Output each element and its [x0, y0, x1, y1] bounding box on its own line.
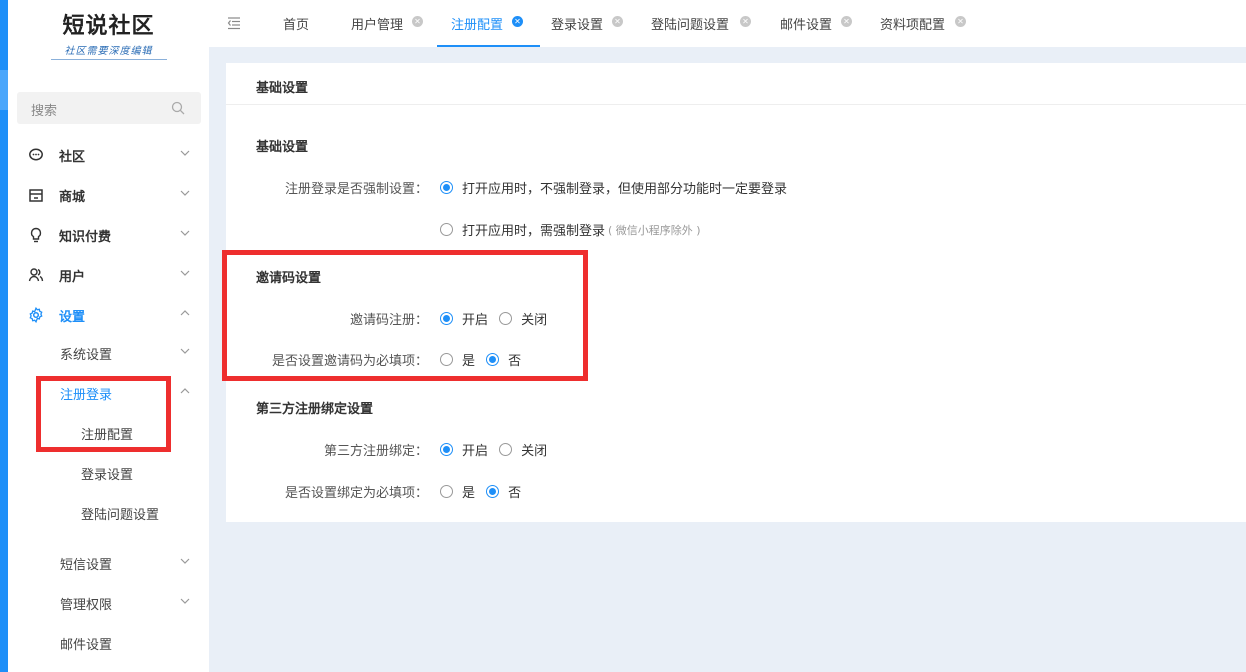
chevron-down-icon — [180, 598, 190, 604]
sidebar-item-label: 管理权限 — [60, 598, 113, 613]
force-login-option-1[interactable]: 打开应用时，不强制登录，但使用部分功能时一定要登录 — [440, 178, 794, 198]
tab-label: 首页 — [283, 18, 310, 33]
left-accent-bar — [0, 0, 8, 672]
sidebar-item-label: 短信设置 — [60, 558, 113, 573]
section-third-party-heading: 第三方注册绑定设置 — [256, 402, 374, 417]
tab-mail-settings[interactable]: 邮件设置 ✕ — [780, 0, 855, 47]
sidebar-item-system-settings[interactable]: 系统设置 — [8, 333, 209, 373]
sidebar-item-settings[interactable]: 设置 — [8, 295, 209, 335]
sidebar-item-label: 登录设置 — [81, 468, 134, 483]
close-icon[interactable]: ✕ — [740, 16, 751, 27]
radio-unchecked-icon[interactable] — [440, 223, 453, 236]
close-icon[interactable]: ✕ — [841, 16, 852, 27]
third-required-no-option[interactable]: 否 — [486, 482, 521, 501]
sidebar-item-store[interactable]: 商城 — [8, 175, 209, 215]
sidebar-item-users[interactable]: 用户 — [8, 255, 209, 295]
option-label: 是 — [462, 486, 476, 501]
sidebar-item-permissions[interactable]: 管理权限 — [8, 583, 209, 623]
close-icon[interactable]: ✕ — [612, 16, 623, 27]
radio-checked-icon[interactable] — [486, 485, 500, 498]
brand-logo: 短说社区 社区需要深度编辑 — [8, 8, 209, 60]
slogan-underline — [50, 59, 167, 60]
panel-divider — [226, 104, 1246, 105]
brand-name: 短说社区 — [62, 13, 155, 39]
force-login-option-2[interactable]: 打开应用时，需强制登录( 微信小程序除外 ) — [440, 220, 708, 240]
chevron-down-icon — [180, 230, 190, 236]
bulb-icon — [30, 227, 42, 243]
third-bind-radio-group[interactable]: 开启 关闭 — [440, 440, 554, 460]
tab-label: 注册配置 — [451, 18, 504, 33]
sidebar-item-knowledge-pay[interactable]: 知识付费 — [8, 215, 209, 255]
close-icon[interactable]: ✕ — [512, 16, 523, 27]
chevron-down-icon — [180, 348, 190, 354]
menu-fold-icon[interactable] — [227, 16, 241, 30]
third-bind-label: 第三方注册绑定： — [323, 444, 428, 459]
scroll-knob[interactable] — [0, 70, 8, 110]
sidebar: 短说社区 社区需要深度编辑 搜索 社区 商城 知识付费 用户 设置 系统设置 注… — [8, 0, 209, 672]
sidebar-item-mail-settings[interactable]: 邮件设置 — [8, 623, 209, 663]
sidebar-item-community[interactable]: 社区 — [8, 135, 209, 175]
tab-label: 邮件设置 — [780, 18, 833, 33]
search-placeholder: 搜索 — [31, 104, 58, 119]
option-label: 开启 — [462, 444, 489, 459]
chevron-up-icon — [180, 310, 190, 316]
brand-slogan: 社区需要深度编辑 — [64, 46, 153, 57]
sidebar-item-sms-settings[interactable]: 短信设置 — [8, 543, 209, 583]
radio-checked-icon[interactable] — [440, 181, 453, 194]
sidebar-item-label: 登陆问题设置 — [81, 508, 160, 523]
chevron-down-icon — [180, 558, 190, 564]
sidebar-item-login-issue-settings[interactable]: 登陆问题设置 — [8, 493, 209, 533]
tab-label: 用户管理 — [351, 18, 404, 33]
radio-unchecked-icon[interactable] — [499, 443, 513, 456]
third-required-radio-group[interactable]: 是 否 — [440, 482, 528, 502]
chevron-down-icon — [180, 270, 190, 276]
tab-register-config[interactable]: 注册配置 ✕ — [437, 0, 540, 47]
tab-login-settings[interactable]: 登录设置 ✕ — [551, 0, 626, 47]
sidebar-item-label: 设置 — [59, 310, 86, 325]
option-label: 否 — [508, 486, 522, 501]
tab-label: 资料项配置 — [880, 18, 946, 33]
search-icon — [171, 101, 185, 115]
sidebar-item-label: 邮件设置 — [60, 638, 113, 653]
third-bind-on-option[interactable]: 开启 — [440, 440, 488, 459]
close-icon[interactable]: ✕ — [412, 16, 423, 27]
radio-unchecked-icon[interactable] — [440, 485, 453, 498]
option-label: 打开应用时，需强制登录 — [462, 224, 606, 239]
search-input[interactable]: 搜索 — [17, 92, 201, 124]
section-basic-heading: 基础设置 — [256, 140, 309, 155]
invite-highlight-box — [222, 250, 588, 381]
option-label: 打开应用时，不强制登录，但使用部分功能时一定要登录 — [462, 182, 788, 197]
third-bind-off-option[interactable]: 关闭 — [499, 440, 547, 459]
chevron-down-icon — [180, 150, 190, 156]
tab-label: 登录设置 — [551, 18, 604, 33]
tab-label: 登陆问题设置 — [651, 18, 730, 33]
sidebar-highlight-box — [36, 376, 171, 452]
radio-checked-icon[interactable] — [440, 443, 453, 456]
panel-title: 基础设置 — [256, 81, 309, 96]
sidebar-item-label: 商城 — [59, 190, 86, 205]
sidebar-item-login-settings[interactable]: 登录设置 — [8, 453, 209, 493]
tab-profile-config[interactable]: 资料项配置 ✕ — [880, 0, 970, 47]
option-hint: ( 微信小程序除外 ) — [608, 223, 701, 237]
third-required-label: 是否设置绑定为必填项： — [284, 486, 428, 501]
sidebar-item-label: 系统设置 — [60, 348, 113, 363]
users-icon — [28, 268, 44, 282]
chevron-up-icon — [180, 388, 190, 394]
force-login-label: 注册登录是否强制设置： — [284, 182, 428, 197]
sidebar-item-label: 社区 — [59, 150, 86, 165]
store-icon — [29, 189, 43, 202]
third-required-yes-option[interactable]: 是 — [440, 482, 475, 501]
gear-icon — [29, 307, 43, 323]
tab-user-management[interactable]: 用户管理 ✕ — [351, 0, 426, 47]
tab-login-issue-settings[interactable]: 登陆问题设置 ✕ — [651, 0, 756, 47]
tab-home[interactable]: 首页 — [283, 0, 323, 47]
option-label: 关闭 — [521, 444, 548, 459]
sidebar-item-label: 用户 — [59, 270, 86, 285]
active-tab-underline — [437, 45, 540, 47]
chat-icon — [29, 148, 43, 161]
close-icon[interactable]: ✕ — [955, 16, 966, 27]
sidebar-item-label: 知识付费 — [59, 230, 112, 245]
chevron-down-icon — [180, 190, 190, 196]
tab-bar: 首页 用户管理 ✕ 注册配置 ✕ 登录设置 ✕ 登陆问题设置 ✕ 邮件设置 ✕ … — [209, 0, 1246, 47]
